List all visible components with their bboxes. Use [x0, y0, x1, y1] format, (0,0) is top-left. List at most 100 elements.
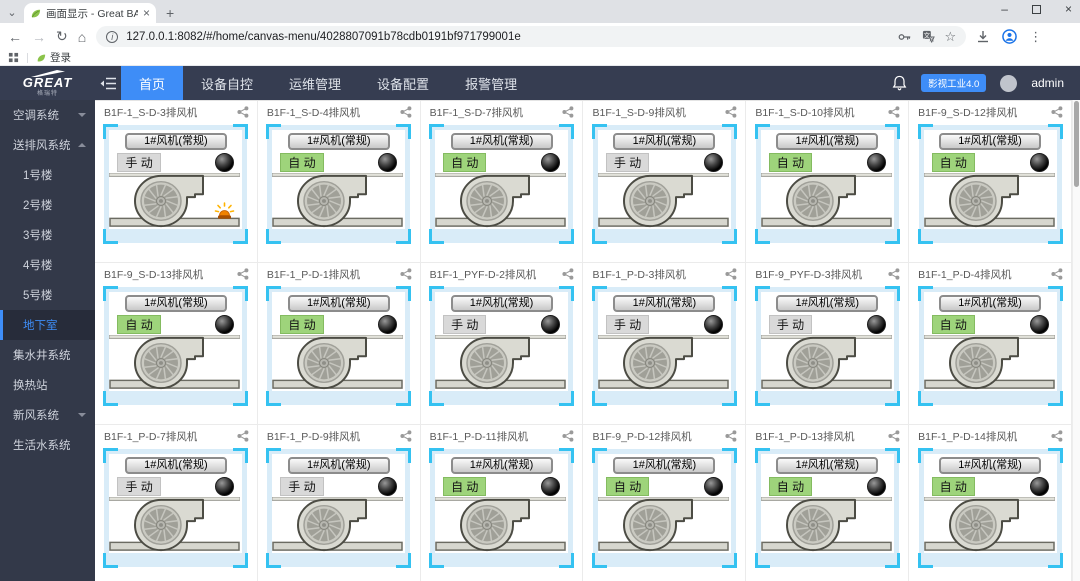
- mode-indicator[interactable]: 自 动: [931, 153, 975, 172]
- tab-search-icon[interactable]: ⌄: [0, 3, 24, 23]
- fan-widget[interactable]: 1#风机(常规) 自 动: [917, 124, 1063, 244]
- download-icon[interactable]: [976, 30, 990, 44]
- mode-indicator[interactable]: 自 动: [768, 153, 813, 172]
- fan-label-button[interactable]: 1#风机(常规): [124, 457, 227, 474]
- share-icon[interactable]: [237, 106, 249, 118]
- sidebar-item-1[interactable]: 送排风系统: [0, 130, 95, 160]
- window-restore-button[interactable]: [1031, 4, 1041, 14]
- share-icon[interactable]: [400, 430, 412, 442]
- translate-icon[interactable]: 文A: [922, 30, 935, 43]
- fan-label-button[interactable]: 1#风机(常规): [939, 295, 1042, 312]
- user-avatar[interactable]: [1000, 74, 1018, 92]
- fan-label-button[interactable]: 1#风机(常规): [287, 133, 390, 150]
- site-info-icon[interactable]: i: [106, 30, 119, 43]
- tab-close-icon[interactable]: ×: [143, 6, 150, 20]
- knob-icon[interactable]: [378, 153, 398, 172]
- share-icon[interactable]: [400, 268, 412, 280]
- fan-label-button[interactable]: 1#风机(常规): [613, 457, 716, 474]
- nav-item-0[interactable]: 首页: [121, 66, 184, 100]
- knob-icon[interactable]: [215, 315, 235, 334]
- knob-icon[interactable]: [703, 477, 723, 496]
- fan-label-button[interactable]: 1#风机(常规): [939, 133, 1042, 150]
- mode-indicator[interactable]: 自 动: [931, 477, 975, 496]
- scrollbar[interactable]: [1072, 100, 1080, 581]
- share-icon[interactable]: [237, 268, 249, 280]
- mode-indicator[interactable]: 手 动: [605, 315, 650, 334]
- sidebar-item-4[interactable]: 3号楼: [0, 220, 95, 250]
- mode-indicator[interactable]: 自 动: [768, 477, 813, 496]
- fan-widget[interactable]: 1#风机(常规) 手 动: [429, 286, 575, 406]
- fan-widget[interactable]: 1#风机(常规) 手 动: [103, 448, 249, 568]
- mode-indicator[interactable]: 自 动: [443, 153, 487, 172]
- apps-grid-icon[interactable]: [8, 52, 19, 63]
- share-icon[interactable]: [725, 106, 737, 118]
- knob-icon[interactable]: [541, 153, 561, 172]
- share-icon[interactable]: [1051, 430, 1063, 442]
- mode-indicator[interactable]: 手 动: [768, 315, 813, 334]
- fan-widget[interactable]: 1#风机(常规) 自 动: [754, 448, 900, 568]
- fan-widget[interactable]: 1#风机(常规) 手 动: [591, 124, 737, 244]
- fan-widget[interactable]: 1#风机(常规) 自 动: [917, 448, 1063, 568]
- share-icon[interactable]: [888, 106, 900, 118]
- sidebar-item-8[interactable]: 集水井系统: [0, 340, 95, 370]
- share-icon[interactable]: [725, 268, 737, 280]
- fan-widget[interactable]: 1#风机(常规) 自 动: [266, 124, 412, 244]
- password-key-icon[interactable]: [898, 31, 912, 43]
- reload-button[interactable]: ↻: [56, 28, 68, 45]
- mode-indicator[interactable]: 手 动: [117, 477, 161, 496]
- share-icon[interactable]: [562, 268, 574, 280]
- mode-indicator[interactable]: 自 动: [931, 315, 975, 334]
- knob-icon[interactable]: [541, 315, 561, 334]
- sidebar-item-9[interactable]: 换热站: [0, 370, 95, 400]
- new-tab-button[interactable]: +: [166, 3, 174, 23]
- back-button[interactable]: ←: [8, 29, 22, 45]
- url-input[interactable]: i 127.0.0.1:8082/#/home/canvas-menu/4028…: [96, 26, 967, 47]
- fan-label-button[interactable]: 1#风机(常规): [450, 133, 553, 150]
- menu-collapse-button[interactable]: [95, 66, 121, 100]
- mode-indicator[interactable]: 手 动: [605, 153, 650, 172]
- bookmark-login[interactable]: 登录: [36, 50, 71, 65]
- bookmark-star-icon[interactable]: ☆: [945, 29, 957, 45]
- fan-label-button[interactable]: 1#风机(常规): [776, 457, 879, 474]
- fan-widget[interactable]: 1#风机(常规) 自 动: [266, 286, 412, 406]
- share-icon[interactable]: [725, 430, 737, 442]
- scrollbar-thumb[interactable]: [1074, 101, 1079, 187]
- sidebar-item-3[interactable]: 2号楼: [0, 190, 95, 220]
- browser-tab[interactable]: 画面显示 - Great BAOS ×: [24, 3, 156, 23]
- fan-label-button[interactable]: 1#风机(常规): [287, 457, 390, 474]
- knob-icon[interactable]: [1029, 477, 1049, 496]
- mode-indicator[interactable]: 自 动: [117, 315, 161, 334]
- knob-icon[interactable]: [378, 477, 398, 496]
- sidebar-item-2[interactable]: 1号楼: [0, 160, 95, 190]
- share-icon[interactable]: [562, 106, 574, 118]
- home-button[interactable]: ⌂: [78, 29, 86, 45]
- nav-item-4[interactable]: 报警管理: [447, 66, 535, 100]
- sidebar-item-7[interactable]: 地下室: [0, 310, 95, 340]
- fan-label-button[interactable]: 1#风机(常规): [450, 457, 553, 474]
- mode-indicator[interactable]: 手 动: [117, 153, 161, 172]
- fan-widget[interactable]: 1#风机(常规) 手 动: [266, 448, 412, 568]
- nav-item-3[interactable]: 设备配置: [359, 66, 447, 100]
- browser-menu-icon[interactable]: ⋮: [1029, 29, 1042, 45]
- sidebar-item-0[interactable]: 空调系统: [0, 100, 95, 130]
- share-icon[interactable]: [1051, 268, 1063, 280]
- notification-bell-icon[interactable]: [892, 75, 907, 91]
- sidebar-item-6[interactable]: 5号楼: [0, 280, 95, 310]
- knob-icon[interactable]: [215, 477, 235, 496]
- knob-icon[interactable]: [866, 315, 886, 334]
- fan-widget[interactable]: 1#风机(常规) 手 动: [754, 286, 900, 406]
- share-icon[interactable]: [562, 430, 574, 442]
- fan-widget[interactable]: 1#风机(常规) 手 动: [103, 124, 249, 244]
- sidebar-item-11[interactable]: 生活水系统: [0, 430, 95, 460]
- knob-icon[interactable]: [215, 153, 235, 172]
- profile-avatar-icon[interactable]: [1002, 29, 1018, 44]
- knob-icon[interactable]: [378, 315, 398, 334]
- fan-label-button[interactable]: 1#风机(常规): [450, 295, 553, 312]
- fan-label-button[interactable]: 1#风机(常规): [776, 133, 879, 150]
- fan-label-button[interactable]: 1#风机(常规): [613, 133, 716, 150]
- share-icon[interactable]: [237, 430, 249, 442]
- fan-widget[interactable]: 1#风机(常规) 自 动: [917, 286, 1063, 406]
- knob-icon[interactable]: [703, 315, 723, 334]
- window-minimize-button[interactable]: –: [1001, 2, 1008, 16]
- share-icon[interactable]: [400, 106, 412, 118]
